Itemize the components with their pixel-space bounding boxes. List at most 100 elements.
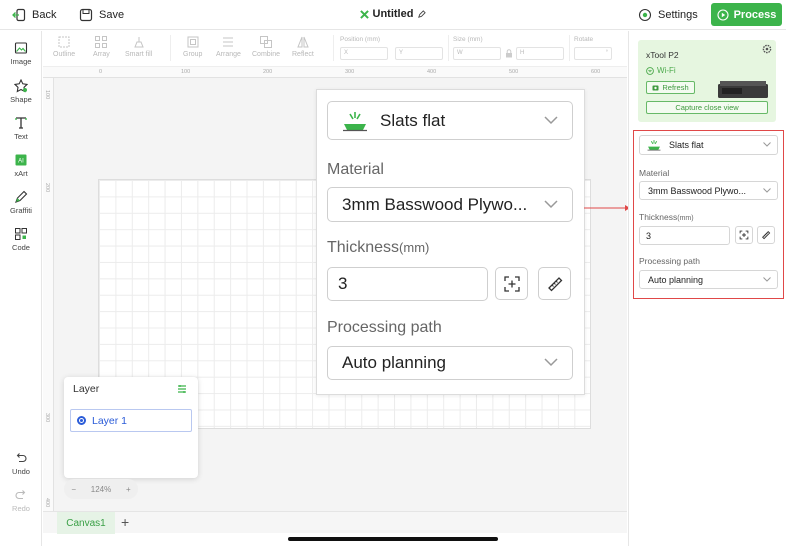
zoom-out-button[interactable]: − <box>71 485 76 494</box>
chevron-down-icon <box>763 187 771 193</box>
thickness-value: 3 <box>646 230 652 241</box>
group-label: Group <box>183 51 203 58</box>
ruler-icon <box>547 276 562 291</box>
ruler-label: 200 <box>44 183 50 193</box>
redo-button[interactable]: Redo <box>0 488 42 513</box>
thickness-unit: (mm) <box>399 240 430 255</box>
thickness-input[interactable]: 3 <box>639 226 730 245</box>
combine-tool[interactable]: Combine <box>252 35 280 58</box>
platform-select[interactable]: Slats flat <box>639 135 778 155</box>
array-tool[interactable]: Array <box>93 35 110 58</box>
position-x-input[interactable]: X <box>340 47 388 60</box>
tool-xart[interactable]: AI xArt <box>0 153 42 178</box>
material-select-zoomed[interactable]: 3mm Basswood Plywo... <box>327 187 573 222</box>
material-select[interactable]: 3mm Basswood Plywo... <box>639 181 778 200</box>
lock-ratio-icon[interactable] <box>505 49 513 58</box>
process-button[interactable]: Process <box>711 3 782 26</box>
tool-image-label: Image <box>10 57 32 66</box>
device-name: xTool P2 <box>646 50 679 60</box>
manual-measure-button-zoomed[interactable] <box>538 267 571 300</box>
capture-close-view-button[interactable]: Capture close view <box>646 101 768 114</box>
thickness-label: Thickness(mm) <box>639 212 694 222</box>
outline-tool[interactable]: Outline <box>53 35 75 58</box>
zoom-level: 124% <box>90 484 112 494</box>
wifi-icon <box>646 66 654 75</box>
arrange-tool[interactable]: Arrange <box>216 35 241 58</box>
outline-icon <box>58 36 70 48</box>
path-select-zoomed[interactable]: Auto planning <box>327 346 573 380</box>
thickness-input-zoomed[interactable]: 3 <box>327 267 488 301</box>
auto-measure-button-zoomed[interactable] <box>495 267 528 300</box>
settings-button[interactable]: Settings <box>638 6 698 24</box>
thickness-label-text: Thickness <box>327 239 400 256</box>
refresh-button[interactable]: Refresh <box>646 81 695 94</box>
focus-measure-icon <box>503 275 520 292</box>
size-w-input[interactable]: W <box>453 47 501 60</box>
redo-icon <box>15 490 26 500</box>
smart-fill-icon <box>133 37 144 48</box>
material-label: Material <box>639 168 670 178</box>
device-settings-icon[interactable] <box>762 44 772 54</box>
tab-canvas1[interactable]: Canvas1 <box>57 512 115 534</box>
path-select[interactable]: Auto planning <box>639 270 778 289</box>
position-y-input[interactable]: Y <box>395 47 443 60</box>
zoom-in-button[interactable]: + <box>126 485 131 494</box>
platform-value-zoomed: Slats flat <box>380 110 446 130</box>
zoomed-settings-callout: Slats flat Material 3mm Basswood Plywo..… <box>316 89 585 395</box>
tool-shape[interactable]: Shape <box>0 79 42 104</box>
zoom-control: − 124% + <box>64 479 138 499</box>
laser-machine-image <box>718 81 768 98</box>
path-label-zoomed: Processing path <box>327 319 442 336</box>
tool-graffiti[interactable]: Graffiti <box>0 190 42 215</box>
material-value: 3mm Basswood Plywo... <box>648 185 747 196</box>
reflect-tool[interactable]: Reflect <box>292 35 314 58</box>
tool-text[interactable]: Text <box>0 116 42 141</box>
chevron-down-icon <box>763 276 771 282</box>
auto-measure-button[interactable] <box>735 226 753 244</box>
shape-icon <box>14 79 28 93</box>
undo-icon <box>16 453 27 463</box>
size-h-input[interactable]: H <box>516 47 564 60</box>
layer-radio-icon[interactable] <box>77 416 86 425</box>
chevron-down-icon <box>544 358 558 367</box>
xtool-logo-icon <box>359 9 369 19</box>
tool-code-label: Code <box>12 243 30 252</box>
layer-item[interactable]: Layer 1 <box>70 409 192 432</box>
ruler-label: 300 <box>44 413 50 423</box>
tool-code[interactable]: Code <box>0 227 42 252</box>
reflect-icon <box>297 36 309 48</box>
redo-label: Redo <box>12 504 30 513</box>
undo-label: Undo <box>12 467 30 476</box>
manual-measure-button[interactable] <box>757 226 775 244</box>
ruler-label: 200 <box>263 69 273 75</box>
tool-xart-label: xArt <box>14 169 28 178</box>
platform-value: Slats flat <box>669 140 704 150</box>
undo-button[interactable]: Undo <box>0 451 42 476</box>
edit-toolbar: Outline Array Smart fill Group Arrange C… <box>43 31 627 67</box>
chevron-down-icon <box>544 115 558 124</box>
add-canvas-button[interactable]: + <box>121 514 129 530</box>
focus-measure-icon <box>739 230 749 240</box>
material-label-zoomed: Material <box>327 161 384 179</box>
toolbar-divider <box>333 35 334 61</box>
platform-select-zoomed[interactable]: Slats flat <box>327 101 573 140</box>
toolbar-divider <box>448 35 449 61</box>
tool-image[interactable]: Image <box>0 41 42 66</box>
ruler-label: 400 <box>427 69 437 75</box>
refresh-label: Refresh <box>662 83 689 92</box>
group-tool[interactable]: Group <box>183 35 202 58</box>
layer-settings-icon[interactable] <box>177 384 187 394</box>
toolbar-divider <box>170 35 171 61</box>
image-icon <box>14 42 28 54</box>
tool-graffiti-label: Graffiti <box>10 206 32 215</box>
rotate-input[interactable]: ° <box>574 47 612 60</box>
ruler-label: 100 <box>44 90 50 100</box>
material-label-text: Material <box>327 161 384 178</box>
combine-icon <box>260 36 272 48</box>
combine-label: Combine <box>252 51 281 58</box>
wifi-status: Wi-Fi <box>646 66 676 75</box>
top-bar: Back Save Untitled Settings Process <box>0 0 786 30</box>
smart-fill-tool[interactable]: Smart fill <box>125 35 152 58</box>
text-icon <box>15 117 27 129</box>
ruler-label: 600 <box>591 69 601 75</box>
